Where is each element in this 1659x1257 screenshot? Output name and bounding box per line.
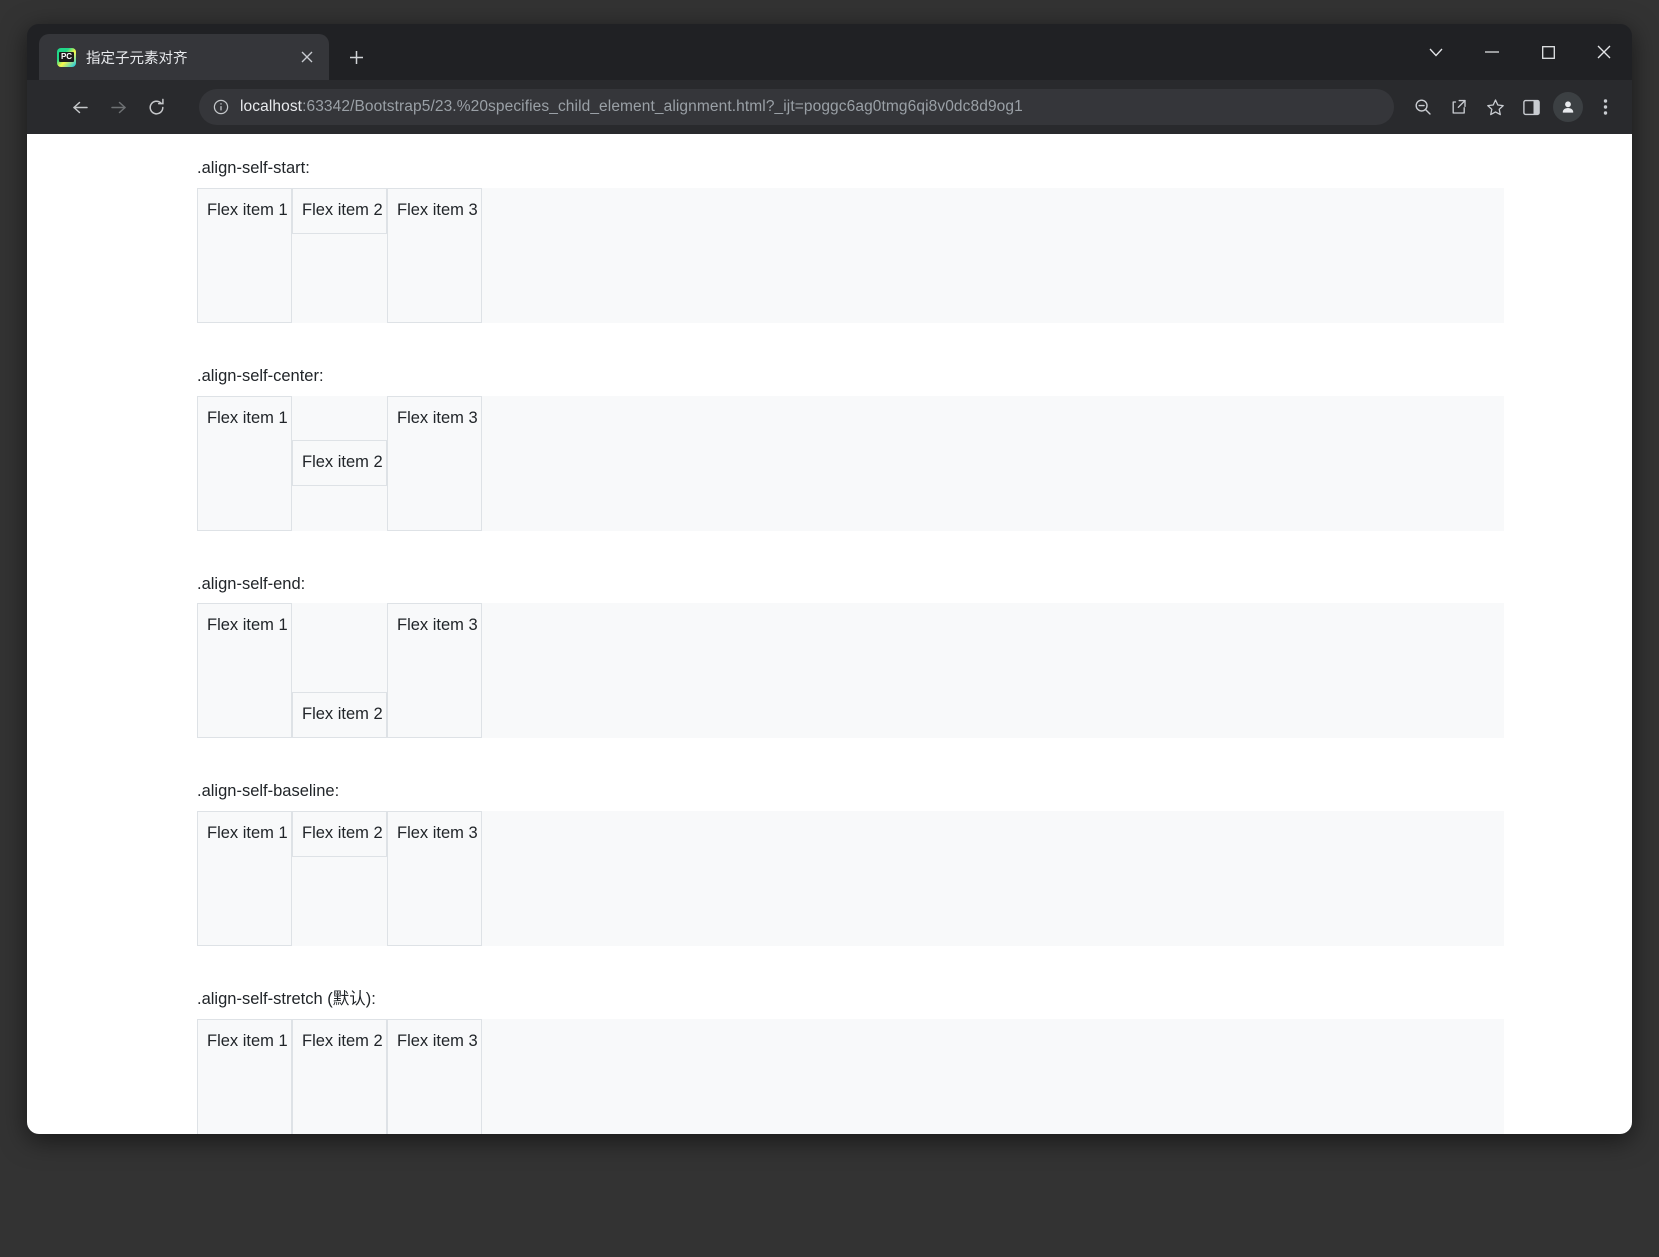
flex-item: Flex item 3 <box>387 811 482 946</box>
bookmark-star-icon[interactable] <box>1478 90 1512 124</box>
flex-item: Flex item 1 <box>197 187 292 323</box>
flex-container: Flex item 1 Flex item 2 Flex item 3 <box>197 811 1504 946</box>
flex-container: Flex item 1 Flex item 2 Flex item 3 <box>197 603 1504 739</box>
new-tab-button[interactable] <box>339 40 373 74</box>
section-align-self-end: .align-self-end: Flex item 1 Flex item 2… <box>27 572 1632 739</box>
flex-item: Flex item 2 <box>292 811 387 857</box>
url-text: localhost:63342/Bootstrap5/23.%20specifi… <box>240 98 1023 116</box>
section-align-self-start: .align-self-start: Flex item 1 Flex item… <box>27 156 1632 323</box>
section-align-self-stretch: .align-self-stretch (默认): Flex item 1 Fl… <box>27 987 1632 1134</box>
flex-item: Flex item 3 <box>387 395 482 531</box>
flex-container: Flex item 1 Flex item 2 Flex item 3 <box>197 395 1504 531</box>
maximize-button[interactable] <box>1520 24 1576 80</box>
side-panel-icon[interactable] <box>1514 90 1548 124</box>
reload-icon[interactable] <box>139 90 173 124</box>
three-dot-menu-icon[interactable] <box>1588 90 1622 124</box>
minimize-button[interactable] <box>1464 24 1520 80</box>
address-bar[interactable]: localhost:63342/Bootstrap5/23.%20specifi… <box>199 89 1394 125</box>
flex-item: Flex item 3 <box>387 1018 482 1134</box>
page-viewport[interactable]: .align-self-start: Flex item 1 Flex item… <box>27 134 1632 1134</box>
forward-arrow-icon[interactable] <box>101 90 135 124</box>
window-controls <box>1408 24 1632 80</box>
section-label: .align-self-baseline: <box>197 782 340 801</box>
share-icon[interactable] <box>1442 90 1476 124</box>
flex-item: Flex item 1 <box>197 811 292 946</box>
pycharm-icon <box>57 47 76 67</box>
section-label: .align-self-end: <box>197 574 306 593</box>
flex-container: Flex item 1 Flex item 2 Flex item 3 <box>197 187 1504 323</box>
flex-item: Flex item 1 <box>197 1018 292 1134</box>
tab-title: 指定子元素对齐 <box>86 50 188 67</box>
profile-avatar-icon[interactable] <box>1553 92 1583 122</box>
flex-item: Flex item 2 <box>292 692 387 739</box>
info-circle-icon[interactable] <box>213 99 229 115</box>
flex-item: Flex item 3 <box>387 603 482 739</box>
flex-item: Flex item 2 <box>292 440 387 486</box>
section-label: .align-self-stretch (默认): <box>197 990 376 1008</box>
section-label: .align-self-center: <box>197 366 324 385</box>
desktop-background: 指定子元素对齐 <box>0 0 1659 1257</box>
back-arrow-icon[interactable] <box>63 90 97 124</box>
url-path: :63342/Bootstrap5/23.%20specifies_child_… <box>302 98 1023 115</box>
toolbar-actions <box>1406 90 1622 124</box>
flex-container: Flex item 1 Flex item 2 Flex item 3 <box>197 1018 1504 1134</box>
section-align-self-baseline: .align-self-baseline: Flex item 1 Flex i… <box>27 779 1632 946</box>
url-host: localhost <box>240 98 303 115</box>
flex-item: Flex item 2 <box>292 1018 387 1134</box>
flex-item: Flex item 1 <box>197 395 292 531</box>
page-content: .align-self-start: Flex item 1 Flex item… <box>27 134 1632 1134</box>
browser-window: 指定子元素对齐 <box>27 24 1632 1134</box>
zoom-out-icon[interactable] <box>1406 90 1440 124</box>
close-window-button[interactable] <box>1576 24 1632 80</box>
tab-search-button[interactable] <box>1408 24 1464 80</box>
section-label: .align-self-start: <box>197 159 310 177</box>
flex-item: Flex item 3 <box>387 187 482 323</box>
close-icon[interactable] <box>295 45 319 69</box>
tab-strip: 指定子元素对齐 <box>27 24 1632 80</box>
flex-item: Flex item 1 <box>197 603 292 739</box>
section-align-self-center: .align-self-center: Flex item 1 Flex ite… <box>27 364 1632 531</box>
browser-tab[interactable]: 指定子元素对齐 <box>39 34 329 80</box>
flex-item: Flex item 2 <box>292 187 387 234</box>
browser-toolbar: localhost:63342/Bootstrap5/23.%20specifi… <box>27 80 1632 134</box>
